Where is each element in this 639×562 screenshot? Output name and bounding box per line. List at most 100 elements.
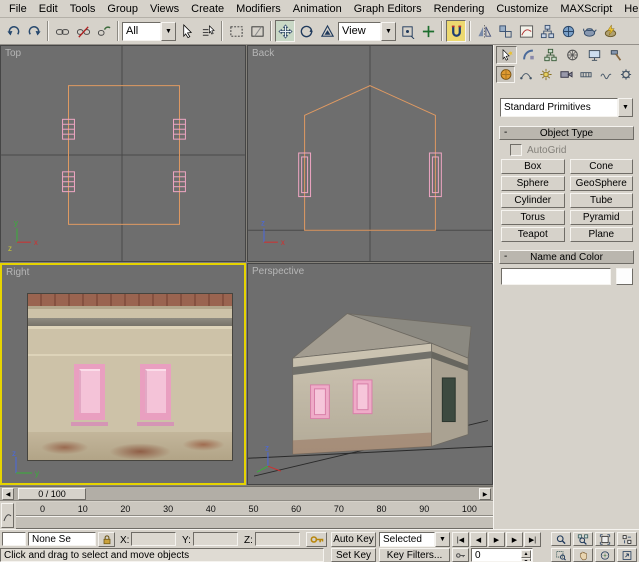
selection-filter-value[interactable]: All — [122, 22, 161, 41]
reference-coordinate-value[interactable]: View — [338, 22, 381, 41]
menu-views[interactable]: Views — [144, 1, 185, 17]
menu-create[interactable]: Create — [185, 1, 230, 17]
key-track[interactable] — [16, 516, 493, 529]
menu-edit[interactable]: Edit — [33, 1, 64, 17]
menu-group[interactable]: Group — [101, 1, 144, 17]
viewport-perspective[interactable]: Perspective — [247, 263, 493, 485]
menu-modifiers[interactable]: Modifiers — [230, 1, 287, 17]
maxscript-mini-listener[interactable] — [2, 532, 26, 546]
autogrid-checkbox[interactable] — [510, 144, 522, 156]
category-helpers-icon[interactable] — [576, 66, 595, 83]
menu-graph-editors[interactable]: Graph Editors — [348, 1, 428, 17]
mirror-icon[interactable] — [474, 20, 494, 42]
house-wall-texture[interactable] — [27, 293, 233, 461]
curve-editor-icon[interactable] — [516, 20, 536, 42]
viewport-top[interactable]: Top yxz — [0, 45, 246, 262]
category-geometry-icon[interactable] — [496, 66, 515, 83]
category-cameras-icon[interactable] — [556, 66, 575, 83]
selection-lock-icon[interactable] — [98, 532, 115, 547]
primitives-dropdown[interactable]: Standard Primitives ▼ — [500, 98, 633, 117]
next-frame-button[interactable]: ▶ — [506, 532, 523, 547]
select-and-rotate-icon[interactable] — [296, 20, 316, 42]
menu-tools[interactable]: Tools — [64, 1, 102, 17]
teapot-button[interactable]: Teapot — [501, 227, 565, 242]
tab-hierarchy-icon[interactable] — [540, 46, 561, 64]
set-key-button[interactable]: Set Key — [331, 548, 376, 562]
menu-help[interactable]: Help — [618, 1, 639, 17]
viewport-perspective-canvas[interactable]: z — [248, 264, 492, 484]
dropdown-arrow-icon[interactable]: ▼ — [435, 532, 450, 547]
go-to-end-button[interactable]: ▶| — [524, 532, 541, 547]
object-name-input[interactable] — [501, 268, 611, 285]
viewport-back-label[interactable]: Back — [252, 48, 274, 59]
material-editor-icon[interactable] — [558, 20, 578, 42]
unlink-selection-icon[interactable] — [73, 20, 93, 42]
viewport-back[interactable]: Back zx — [247, 45, 493, 262]
selection-filter-combo[interactable]: All ▼ — [122, 22, 176, 41]
geosphere-button[interactable]: GeoSphere — [570, 176, 634, 191]
torus-button[interactable]: Torus — [501, 210, 565, 225]
tab-modify-icon[interactable] — [518, 46, 539, 64]
bind-to-space-warp-icon[interactable] — [94, 20, 114, 42]
reference-coordinate-combo[interactable]: View ▼ — [338, 22, 396, 41]
min-max-toggle-icon[interactable] — [617, 548, 637, 562]
current-frame-field[interactable]: 0 ▲ ▼ — [471, 548, 533, 562]
arc-rotate-icon[interactable] — [595, 548, 615, 562]
redo-icon[interactable] — [24, 20, 44, 42]
selected-window-object[interactable] — [74, 364, 105, 420]
play-button[interactable]: ▶ — [488, 532, 505, 547]
primitives-dropdown-value[interactable]: Standard Primitives — [500, 98, 618, 117]
auto-key-button[interactable]: Auto Key — [331, 532, 376, 547]
z-coordinate-field[interactable] — [255, 532, 300, 546]
render-setup-icon[interactable] — [579, 20, 599, 42]
menu-animation[interactable]: Animation — [287, 1, 348, 17]
viewport-perspective-label[interactable]: Perspective — [252, 266, 304, 277]
rollout-collapse-icon[interactable]: - — [504, 251, 507, 262]
undo-icon[interactable] — [3, 20, 23, 42]
zoom-extents-all-icon[interactable] — [617, 532, 637, 546]
menu-rendering[interactable]: Rendering — [428, 1, 491, 17]
category-systems-icon[interactable] — [616, 66, 635, 83]
pyramid-button[interactable]: Pyramid — [570, 210, 634, 225]
key-mode-value[interactable]: Selected — [379, 532, 435, 547]
named-selection-set-field[interactable]: None Se — [28, 532, 96, 546]
time-slider[interactable]: ◀ 0 / 100 ▶ — [0, 486, 493, 501]
zoom-icon[interactable] — [551, 532, 571, 546]
dropdown-arrow-icon[interactable]: ▼ — [381, 22, 396, 41]
time-slider-right-arrow[interactable]: ▶ — [479, 488, 491, 500]
key-filters-button[interactable]: Key Filters... — [379, 548, 450, 562]
plane-button[interactable]: Plane — [570, 227, 634, 242]
go-to-start-button[interactable]: |◀ — [452, 532, 469, 547]
time-slider-handle[interactable]: 0 / 100 — [18, 488, 86, 500]
side-door[interactable] — [442, 378, 455, 422]
select-by-name-icon[interactable] — [198, 20, 218, 42]
category-shapes-icon[interactable] — [516, 66, 535, 83]
tab-motion-icon[interactable] — [562, 46, 583, 64]
previous-frame-button[interactable]: ◀ — [470, 532, 487, 547]
schematic-view-icon[interactable] — [537, 20, 557, 42]
dropdown-arrow-icon[interactable]: ▼ — [161, 22, 176, 41]
viewport-top-canvas[interactable]: yxz — [1, 46, 245, 261]
select-and-link-icon[interactable] — [52, 20, 72, 42]
mini-curve-editor-button[interactable] — [1, 503, 14, 528]
menu-customize[interactable]: Customize — [490, 1, 554, 17]
viewport-right-label[interactable]: Right — [6, 267, 29, 278]
set-keys-key-icon[interactable] — [306, 532, 327, 547]
cylinder-button[interactable]: Cylinder — [501, 193, 565, 208]
key-mode-toggle-icon[interactable] — [452, 548, 469, 562]
menu-maxscript[interactable]: MAXScript — [554, 1, 618, 17]
select-and-move-icon[interactable] — [275, 20, 295, 42]
dropdown-arrow-icon[interactable]: ▼ — [618, 98, 633, 117]
select-object-icon[interactable] — [177, 20, 197, 42]
object-type-rollout-header[interactable]: - Object Type — [499, 126, 634, 140]
align-icon[interactable] — [495, 20, 515, 42]
viewport-top-label[interactable]: Top — [5, 48, 21, 59]
selected-window-object[interactable] — [140, 364, 171, 420]
quick-render-icon[interactable] — [600, 20, 620, 42]
time-slider-left-arrow[interactable]: ◀ — [2, 488, 14, 500]
tab-display-icon[interactable] — [584, 46, 605, 64]
tab-utilities-icon[interactable] — [606, 46, 627, 64]
menu-file[interactable]: File — [3, 1, 33, 17]
use-center-flyout-icon[interactable] — [397, 20, 417, 42]
y-coordinate-field[interactable] — [193, 532, 238, 546]
